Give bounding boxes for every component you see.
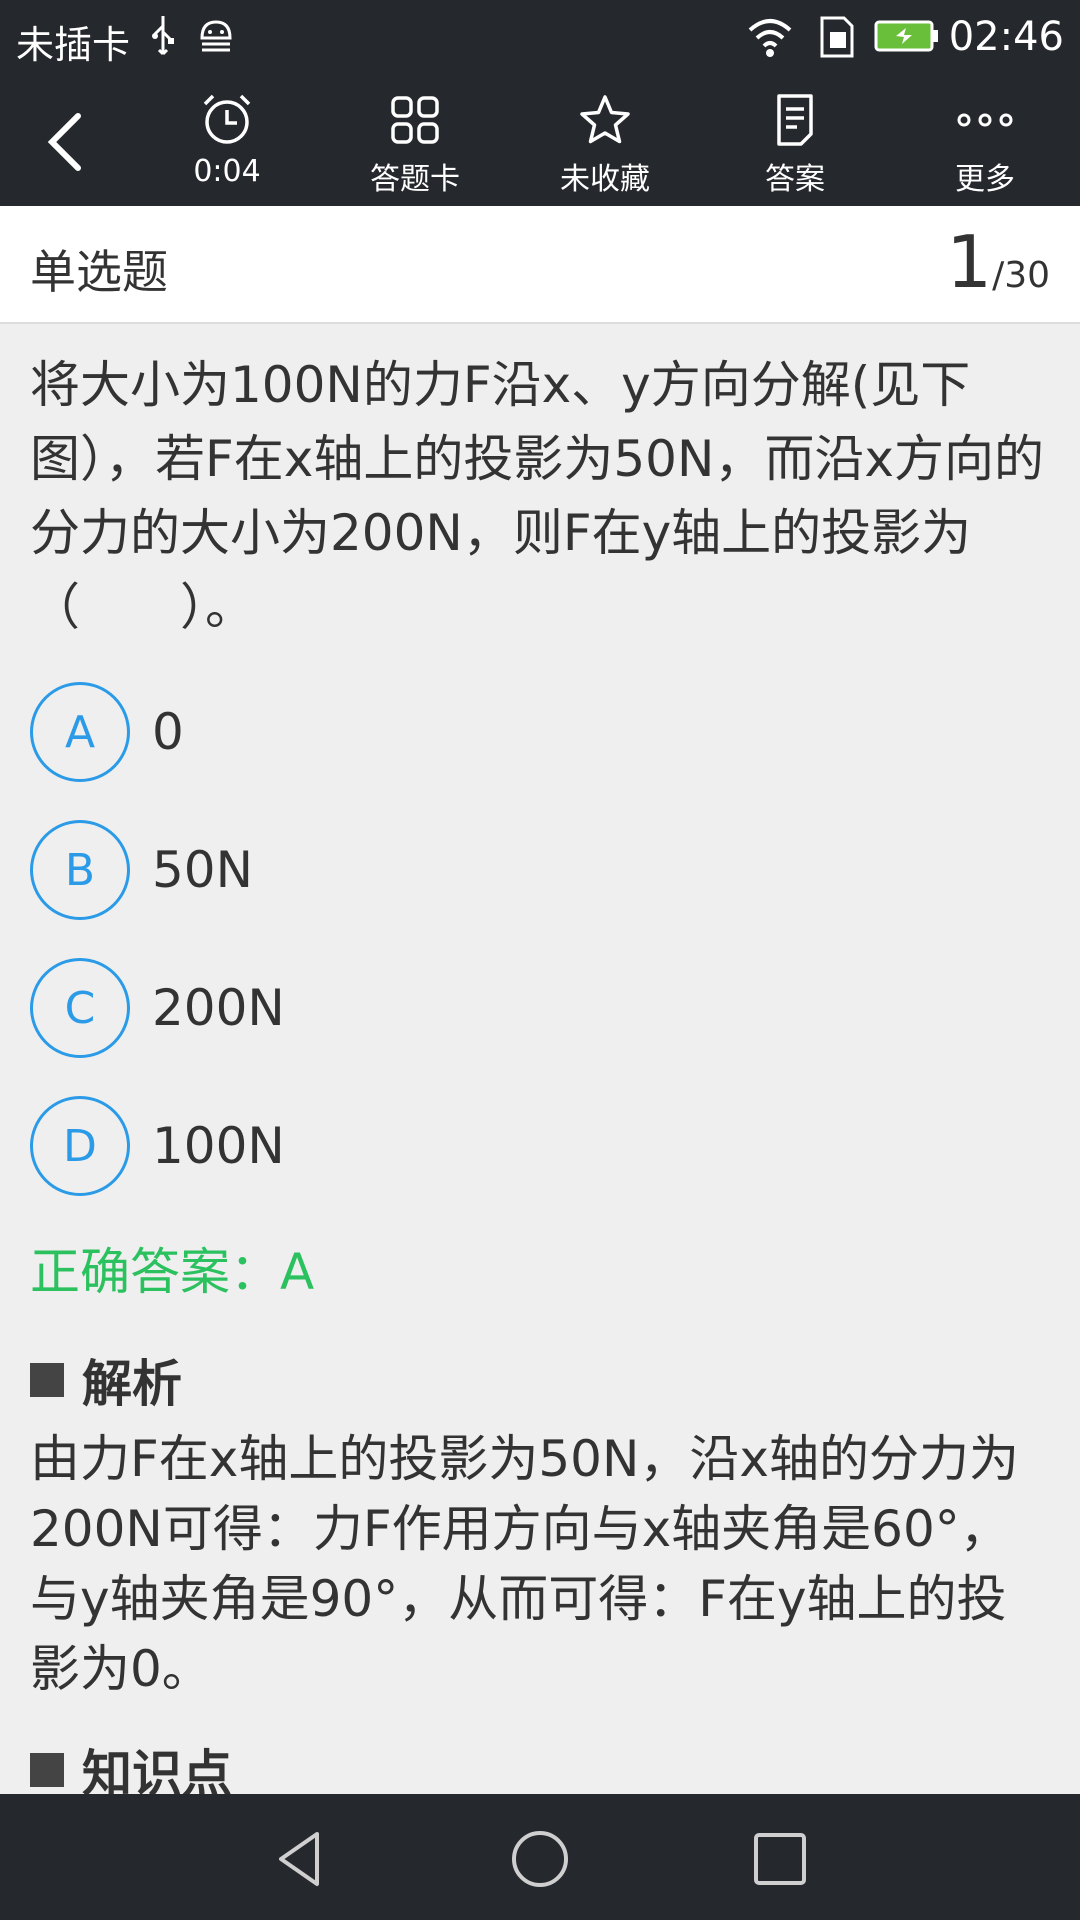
carrier-text: 未插卡 — [16, 23, 131, 67]
option-text: 200N — [152, 979, 285, 1037]
nav-back-button[interactable] — [265, 1824, 335, 1894]
sim-icon — [818, 14, 856, 64]
option-letter-badge: A — [30, 682, 130, 782]
question-text: 将大小为100N的力F沿x、y方向分解(见下图），若F在x轴上的投影为50N，而… — [30, 356, 1044, 636]
square-bullet-icon — [30, 1753, 64, 1787]
favorite-label: 未收藏 — [560, 162, 650, 197]
analysis-heading: 解析 — [30, 1344, 1050, 1416]
grid-icon — [391, 96, 439, 144]
status-bar: 未插卡 02:46 — [0, 0, 1080, 78]
question-header: 单选题 1/30 — [0, 206, 1080, 324]
android-debug-icon — [196, 14, 236, 62]
option-text: 50N — [152, 841, 254, 899]
usb-icon — [150, 14, 176, 62]
option-letter-badge: D — [30, 1096, 130, 1196]
battery-charging-icon — [874, 14, 940, 62]
system-navigation-bar — [0, 1794, 1080, 1920]
square-recents-icon — [754, 1833, 806, 1885]
analysis-text: 由力F在x轴上的投影为50N，沿x轴的分力为200N可得：力F作用方向与x轴夹角… — [30, 1430, 1019, 1698]
more-button[interactable]: 更多 — [910, 92, 1060, 202]
answer-card-label: 答题卡 — [370, 162, 460, 197]
options-list: A 0 B 50N C 200N D 100N — [30, 680, 1050, 1198]
answer-card-button[interactable]: 答题卡 — [340, 92, 490, 202]
answer-label: 答案 — [765, 162, 825, 197]
star-icon — [580, 95, 630, 144]
circle-home-icon — [512, 1831, 568, 1887]
favorite-button[interactable]: 未收藏 — [530, 92, 680, 202]
timer-button[interactable]: 0:04 — [152, 92, 302, 202]
correct-answer: 正确答案：A — [30, 1243, 315, 1301]
nav-recents-button[interactable] — [745, 1824, 815, 1894]
question-type: 单选题 — [30, 245, 168, 299]
option-a[interactable]: A 0 — [30, 680, 1050, 784]
back-button[interactable] — [36, 104, 96, 180]
option-text: 0 — [152, 703, 184, 761]
current-question-number: 1 — [946, 220, 993, 304]
total-questions: /30 — [992, 255, 1050, 296]
nav-home-button[interactable] — [505, 1824, 575, 1894]
option-letter-badge: B — [30, 820, 130, 920]
more-label: 更多 — [955, 162, 1015, 197]
question-content: 将大小为100N的力F沿x、y方向分解(见下图），若F在x轴上的投影为50N，而… — [30, 348, 1050, 1806]
option-letter-badge: C — [30, 958, 130, 1058]
triangle-back-icon — [279, 1832, 319, 1886]
question-counter: 1/30 — [946, 226, 1050, 298]
option-c[interactable]: C 200N — [30, 956, 1050, 1060]
option-d[interactable]: D 100N — [30, 1094, 1050, 1198]
analysis-title: 解析 — [82, 1355, 182, 1413]
clock-text: 02:46 — [948, 14, 1064, 60]
toolbar: 0:04 答题卡 未收藏 答案 更多 — [0, 78, 1080, 206]
square-bullet-icon — [30, 1363, 64, 1397]
document-icon — [777, 94, 813, 146]
answer-button[interactable]: 答案 — [720, 92, 870, 202]
option-b[interactable]: B 50N — [30, 818, 1050, 922]
more-dots-icon — [957, 113, 1013, 127]
option-text: 100N — [152, 1117, 285, 1175]
timer-label: 0:04 — [193, 154, 261, 189]
alarm-clock-icon — [203, 94, 251, 144]
wifi-icon — [746, 14, 794, 62]
back-arrow-icon — [47, 113, 81, 171]
